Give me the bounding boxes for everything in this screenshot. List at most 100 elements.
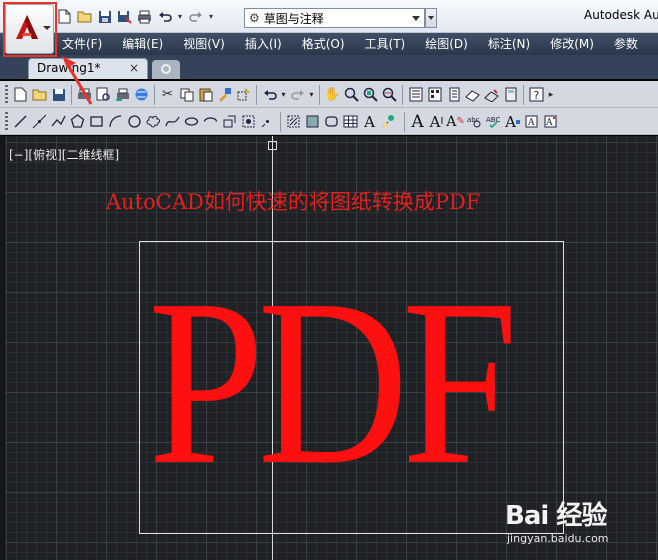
find-text-icon[interactable]: abc	[465, 112, 484, 132]
new-file-icon[interactable]	[11, 85, 30, 105]
zoom-window-icon[interactable]	[361, 85, 380, 105]
region-icon[interactable]	[322, 112, 341, 132]
new-file-icon[interactable]	[56, 9, 73, 24]
publish-icon[interactable]	[113, 85, 132, 105]
quick-access-more-button[interactable]	[425, 8, 437, 28]
hatch-icon[interactable]	[284, 112, 303, 132]
quick-access-toolbar: ▾ ▾	[56, 9, 215, 24]
spline-icon[interactable]	[163, 112, 182, 132]
open-folder-icon[interactable]	[30, 85, 49, 105]
svg-text:A: A	[545, 118, 553, 128]
svg-text:abc: abc	[467, 116, 480, 124]
table-icon[interactable]	[341, 112, 360, 132]
edit-text-icon[interactable]: A ✎	[446, 112, 465, 132]
text-icon[interactable]: A	[408, 112, 427, 132]
block-editor-icon[interactable]	[234, 85, 253, 105]
save-as-icon[interactable]	[116, 9, 133, 24]
match-properties-icon[interactable]	[215, 85, 234, 105]
make-block-icon[interactable]	[239, 112, 258, 132]
drawing-title-text: AutoCAD如何快速的将图纸转换成PDF	[106, 190, 481, 214]
svg-text:A: A	[527, 118, 535, 128]
menu-bar: 文件(F) 编辑(E) 视图(V) 插入(I) 格式(O) 工具(T) 绘图(D…	[0, 33, 658, 55]
point-icon[interactable]	[258, 112, 277, 132]
calculator-icon[interactable]	[501, 85, 520, 105]
polyline-icon[interactable]	[49, 112, 68, 132]
redo-dropdown-icon[interactable]: ▾	[207, 9, 215, 24]
3d-dwf-icon[interactable]	[132, 85, 151, 105]
print-icon[interactable]	[136, 9, 153, 24]
menu-tools[interactable]: 工具(T)	[355, 33, 416, 55]
separator	[402, 84, 403, 105]
cut-icon[interactable]: ✂	[158, 85, 177, 105]
markup-icon[interactable]	[482, 85, 501, 105]
menu-view[interactable]: 视图(V)	[173, 33, 235, 55]
viewport-controls-label[interactable]: [−][俯视][二维线框]	[9, 146, 119, 163]
scale-text-icon[interactable]: A	[522, 112, 541, 132]
autocad-logo-icon	[16, 15, 38, 39]
undo-icon[interactable]	[260, 85, 279, 105]
design-center-icon[interactable]	[425, 85, 444, 105]
rectangle-icon[interactable]	[87, 112, 106, 132]
redo-dropdown-icon[interactable]: ▾	[307, 85, 316, 105]
properties-icon[interactable]	[406, 85, 425, 105]
toolbar-grip[interactable]	[5, 85, 8, 104]
application-menu-button[interactable]	[5, 4, 54, 54]
workspace-select[interactable]: ⚙ 草图与注释	[244, 8, 425, 28]
menu-insert[interactable]: 插入(I)	[235, 33, 292, 55]
pan-icon[interactable]: ✋	[323, 85, 342, 105]
save-icon[interactable]	[96, 9, 113, 24]
menu-dimension[interactable]: 标注(N)	[478, 33, 540, 55]
copy-icon[interactable]	[177, 85, 196, 105]
single-line-text-icon[interactable]: AI	[427, 112, 446, 132]
text-style-icon[interactable]: A	[503, 112, 522, 132]
separator	[154, 84, 155, 105]
construction-line-icon[interactable]	[30, 112, 49, 132]
menu-draw[interactable]: 绘图(D)	[415, 33, 478, 55]
redo-icon[interactable]	[288, 85, 307, 105]
menu-format[interactable]: 格式(O)	[292, 33, 355, 55]
menu-file[interactable]: 文件(F)	[52, 33, 112, 55]
multiline-text-icon[interactable]: A	[360, 112, 379, 132]
drawing-canvas[interactable]: [−][俯视][二维线框] AutoCAD如何快速的将图纸转换成PDF PDF …	[0, 136, 658, 560]
help-icon[interactable]: ?	[527, 85, 546, 105]
toolbar-more-icon[interactable]: ▸	[546, 85, 556, 105]
new-tab-button[interactable]	[152, 60, 180, 79]
menu-modify[interactable]: 修改(M)	[540, 33, 604, 55]
redo-icon[interactable]	[187, 9, 204, 24]
new-tab-icon	[161, 64, 171, 74]
zoom-previous-icon[interactable]	[380, 85, 399, 105]
zoom-realtime-icon[interactable]	[342, 85, 361, 105]
spell-check-icon[interactable]: ABC	[484, 112, 503, 132]
paste-icon[interactable]	[196, 85, 215, 105]
ellipse-arc-icon[interactable]	[201, 112, 220, 132]
gradient-icon[interactable]	[303, 112, 322, 132]
revision-cloud-icon[interactable]	[144, 112, 163, 132]
separator	[256, 84, 257, 105]
insert-block-icon[interactable]	[220, 112, 239, 132]
gear-icon: ⚙	[249, 11, 260, 25]
canvas-edge	[0, 136, 5, 560]
svg-text:ABC: ABC	[486, 116, 500, 124]
polygon-icon[interactable]	[68, 112, 87, 132]
close-icon[interactable]: ×	[129, 59, 139, 78]
toolbar-grip[interactable]	[5, 112, 8, 131]
title-bar: ▾ ▾ ⚙ 草图与注释 Autodesk Aut	[0, 0, 658, 33]
justify-text-icon[interactable]: A	[541, 112, 560, 132]
menu-parameters[interactable]: 参数	[604, 33, 648, 55]
add-selected-icon[interactable]	[379, 112, 398, 132]
separator	[319, 84, 320, 105]
arc-icon[interactable]	[106, 112, 125, 132]
chevron-down-icon	[412, 16, 420, 21]
menu-edit[interactable]: 编辑(E)	[112, 33, 173, 55]
undo-icon[interactable]	[156, 9, 173, 24]
open-folder-icon[interactable]	[76, 9, 93, 24]
undo-dropdown-icon[interactable]: ▾	[279, 85, 288, 105]
tool-palettes-icon[interactable]	[444, 85, 463, 105]
circle-icon[interactable]	[125, 112, 144, 132]
undo-dropdown-icon[interactable]: ▾	[176, 9, 184, 24]
ellipse-icon[interactable]	[182, 112, 201, 132]
crosshair-pickbox	[268, 141, 277, 150]
sheet-set-icon[interactable]	[463, 85, 482, 105]
line-icon[interactable]	[11, 112, 30, 132]
app-menu-chevron-icon	[43, 26, 51, 30]
